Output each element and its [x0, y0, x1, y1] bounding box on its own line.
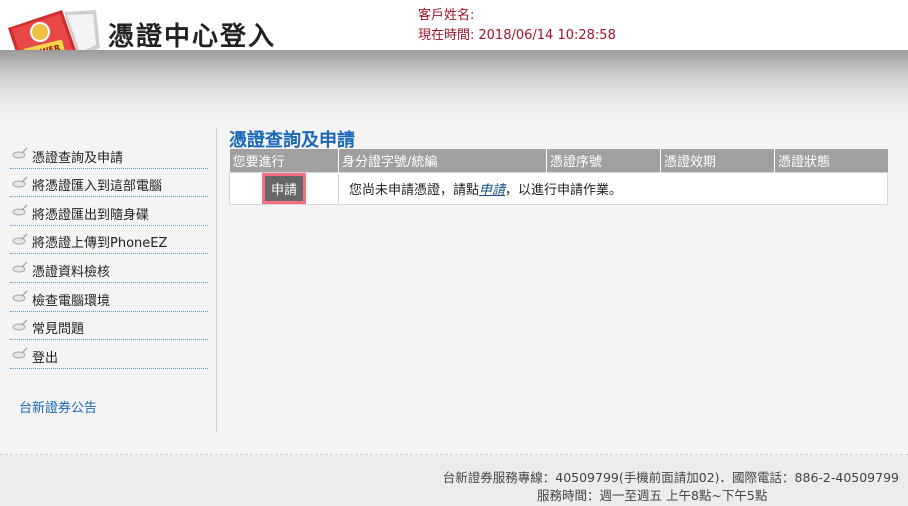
table-row: 申請 您尚未申請憑證，請點申請，以進行申請作業。 [229, 171, 888, 205]
current-time-label: 現在時間: [418, 28, 475, 43]
apply-link[interactable]: 申請 [479, 183, 505, 198]
status-message: 您尚未申請憑證，請點申請，以進行申請作業。 [338, 171, 888, 205]
certificate-table: 您要進行 身分證字號/統編 憑證序號 憑證效期 憑證狀態 申請 您尚未申請憑證，… [229, 149, 888, 205]
pin-icon [12, 347, 28, 359]
sidebar-item-export[interactable]: 將憑證匯出到隨身碟 [10, 197, 208, 226]
message-after: ，以進行申請作業。 [505, 182, 623, 198]
sidebar-item-label: 登出 [32, 350, 59, 366]
sidebar-item-logout[interactable]: 登出 [10, 340, 208, 369]
sidebar-item-upload-phoneez[interactable]: 將憑證上傳到PhoneEZ [10, 226, 208, 255]
sidebar-item-label: 將憑證上傳到PhoneEZ [32, 236, 168, 252]
sidebar-item-verify[interactable]: 憑證資料檢核 [10, 254, 208, 283]
footer: 台新證券服務專線：40509799(手機前面請加02)．國際電話：886-2-4… [0, 455, 908, 506]
service-hotline: 台新證券服務專線：40509799(手機前面請加02)．國際電話：886-2-4… [442, 470, 899, 485]
pin-icon [12, 233, 28, 245]
service-hours: 服務時間：週一至週五 上午8點~下午5點 [537, 488, 768, 503]
sidebar-item-label: 憑證查詢及申請 [32, 150, 124, 166]
sidebar-item-import[interactable]: 將憑證匯入到這部電腦 [10, 169, 208, 198]
current-time: 現在時間: 2018/06/14 10:28:58 [418, 24, 620, 43]
column-header-id: 身分證字號/統編 [338, 149, 547, 172]
sidebar-item-label: 將憑證匯入到這部電腦 [32, 179, 163, 195]
pin-icon [12, 204, 28, 216]
pin-icon [12, 176, 28, 188]
sidebar-item-label: 將憑證匯出到隨身碟 [32, 207, 150, 223]
pin-icon [12, 147, 28, 159]
pin-icon [12, 319, 28, 331]
announcement-link[interactable]: 台新證券公告 [19, 397, 97, 416]
sidebar-item-label: 憑證資料檢核 [32, 264, 111, 280]
column-header-status: 憑證狀態 [774, 149, 888, 172]
pin-icon [12, 261, 28, 273]
header: RAWER 憑證中心登入 客戶姓名: 現在時間:2018/06/14 10:28… [0, 0, 908, 70]
sidebar-menu: 憑證查詢及申請 將憑證匯入到這部電腦 將憑證匯出到隨身碟 將憑證上傳到Phone… [10, 140, 208, 369]
column-header-action: 您要進行 [229, 149, 339, 172]
table-header-row: 您要進行 身分證字號/統編 憑證序號 憑證效期 憑證狀態 [229, 149, 888, 172]
column-header-validity: 憑證效期 [660, 149, 775, 172]
sidebar-item-label: 常見問題 [32, 322, 85, 338]
sidebar-item-check-env[interactable]: 檢查電腦環境 [10, 283, 208, 312]
sidebar-item-label: 檢查電腦環境 [32, 293, 111, 309]
page-title: 憑證中心登入 [108, 22, 277, 52]
customer-name-label: 客戶姓名: [418, 8, 475, 23]
pin-icon [12, 290, 28, 302]
message-before: 您尚未申請憑證，請點 [349, 182, 480, 198]
apply-button[interactable]: 申請 [261, 172, 306, 204]
header-band [0, 50, 908, 122]
sidebar-item-query-apply[interactable]: 憑證查詢及申請 [10, 140, 208, 169]
sidebar-divider [216, 128, 217, 432]
column-header-serial: 憑證序號 [546, 149, 661, 172]
sidebar-item-faq[interactable]: 常見問題 [10, 312, 208, 341]
current-time-value: 2018/06/14 10:28:58 [478, 28, 616, 43]
apply-cell: 申請 [229, 171, 339, 205]
